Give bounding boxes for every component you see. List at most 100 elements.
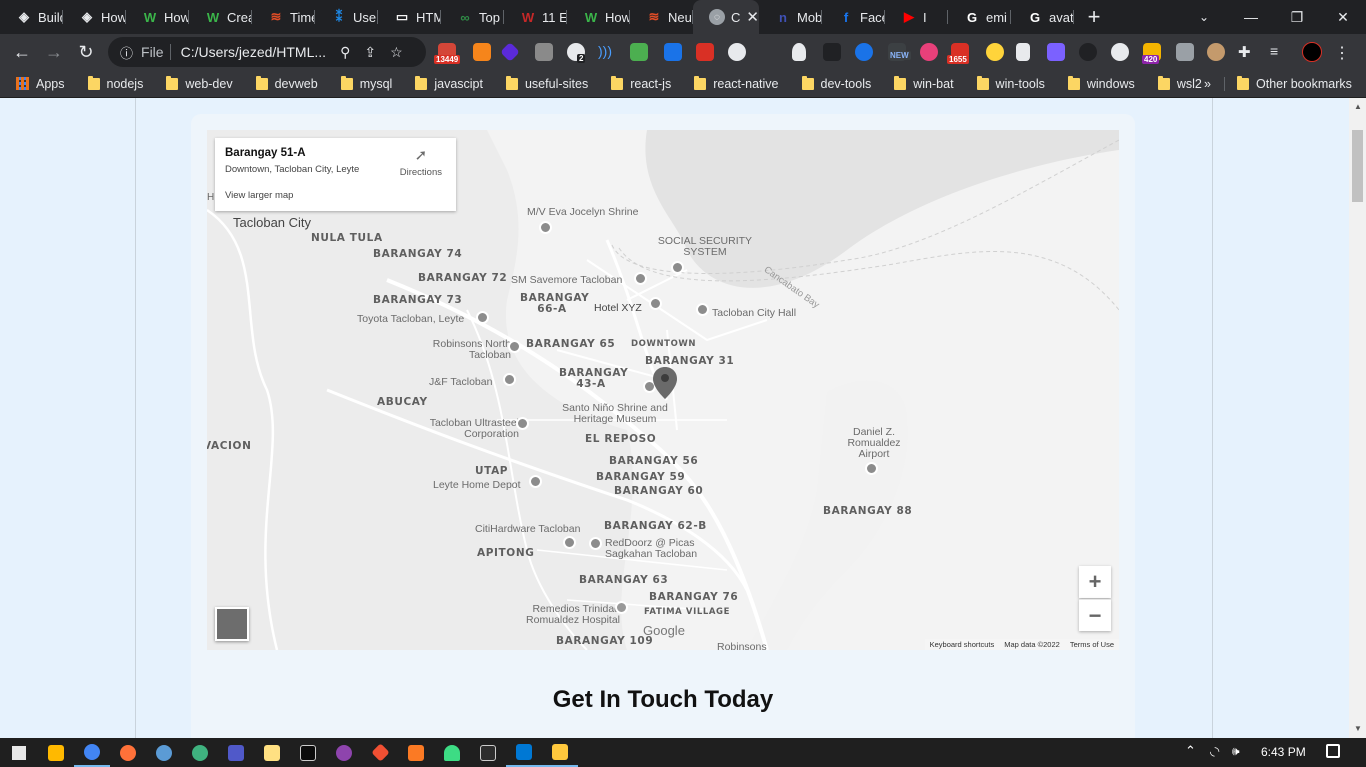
bookmark-folder[interactable]: devweb: [255, 75, 318, 91]
poi-marker-icon[interactable]: [563, 536, 576, 549]
share-icon[interactable]: ⇪: [364, 44, 376, 61]
new-tab-button[interactable]: +: [1074, 4, 1114, 30]
tab[interactable]: W 11 E: [504, 0, 567, 34]
extension-chart-icon[interactable]: [630, 43, 648, 61]
extension-diamond-icon[interactable]: [500, 42, 520, 62]
tray-chevron-icon[interactable]: ⌃: [1185, 743, 1196, 759]
hospital-marker-icon[interactable]: [615, 601, 628, 614]
taskbar-clock[interactable]: 6:43 PM: [1261, 745, 1306, 759]
tab[interactable]: W How: [126, 0, 189, 34]
bookmark-folder[interactable]: nodejs: [87, 75, 143, 91]
bookmark-folder[interactable]: win-bat: [894, 75, 954, 91]
poi-marker-icon[interactable]: [589, 537, 602, 550]
poi-label[interactable]: M/V Eva Jocelyn Shrine: [527, 207, 638, 218]
tab[interactable]: ⁑ User: [315, 0, 378, 34]
extension-python-icon[interactable]: [986, 43, 1004, 61]
poi-label[interactable]: Tacloban City Hall: [712, 308, 796, 319]
taskbar-app-icon[interactable]: [218, 738, 254, 767]
address-url[interactable]: C:/Users/jezed/HTML...: [181, 44, 326, 60]
poi-label[interactable]: Robinsons: [717, 642, 767, 651]
tab[interactable]: ≋ Neu: [630, 0, 693, 34]
taskbar-android-icon[interactable]: [434, 738, 470, 767]
other-bookmarks[interactable]: Other bookmarks: [1237, 75, 1352, 91]
tab[interactable]: Gemi: [948, 0, 1011, 34]
tab-active[interactable]: ◌ C ✕: [693, 0, 759, 34]
tab[interactable]: n Mob: [759, 0, 822, 34]
tab[interactable]: ◈ How: [63, 0, 126, 34]
tab-search-icon[interactable]: ⌄: [1181, 0, 1227, 34]
poi-label[interactable]: Daniel Z. Romualdez Airport: [839, 427, 909, 460]
extension-doc-icon[interactable]: [664, 43, 682, 61]
taskbar-app-icon[interactable]: [146, 738, 182, 767]
extension-crown-icon[interactable]: [1016, 43, 1030, 61]
poi-label[interactable]: RedDoorz @ Picas Sagkahan Tacloban: [605, 538, 709, 560]
scroll-up-arrow[interactable]: ▲: [1354, 102, 1362, 111]
close-tab-icon[interactable]: ✕: [746, 8, 759, 26]
tab[interactable]: ▶ I: [885, 0, 948, 34]
embedded-map[interactable]: Barangay 51-A Downtown, Tacloban City, L…: [207, 130, 1119, 650]
poi-marker-icon[interactable]: [634, 272, 647, 285]
tab[interactable]: W How: [567, 0, 630, 34]
view-larger-map-link[interactable]: View larger map: [225, 190, 446, 201]
poi-marker-icon[interactable]: [649, 297, 662, 310]
extension-camera-icon[interactable]: [696, 43, 714, 61]
keyboard-shortcuts-link[interactable]: Keyboard shortcuts: [930, 640, 995, 649]
poi-label[interactable]: Hotel XYZ: [594, 303, 642, 314]
taskbar-chrome-icon[interactable]: [74, 738, 110, 767]
scrollbar-thumb[interactable]: [1352, 130, 1363, 202]
extension-ufo-icon[interactable]: [1079, 43, 1097, 61]
taskbar-notepad-icon[interactable]: [254, 738, 290, 767]
airport-marker-icon[interactable]: [865, 462, 878, 475]
satellite-toggle[interactable]: [215, 607, 249, 641]
bookmark-folder[interactable]: win-tools: [976, 75, 1045, 91]
wifi-icon[interactable]: ◟◝: [1210, 744, 1219, 758]
poi-label[interactable]: Toyota Tacloban, Leyte: [357, 314, 464, 325]
restore-button[interactable]: ❐: [1274, 0, 1320, 34]
reload-button[interactable]: ↻: [70, 36, 102, 68]
notification-icon[interactable]: [1326, 744, 1340, 758]
taskbar-app-icon[interactable]: [182, 738, 218, 767]
taskbar-git-icon[interactable]: [362, 738, 398, 767]
profile-avatar[interactable]: [1302, 42, 1322, 62]
poi-marker-icon[interactable]: [516, 417, 529, 430]
tab[interactable]: f Face: [822, 0, 885, 34]
info-icon[interactable]: ⓘ: [120, 43, 133, 62]
location-pin-icon[interactable]: [652, 366, 678, 400]
volume-icon[interactable]: 🕪: [1232, 744, 1240, 759]
poi-label[interactable]: SOCIAL SECURITY SYSTEM: [657, 236, 753, 258]
tab[interactable]: ▭ HTM: [378, 0, 441, 34]
extension-t-icon[interactable]: [535, 43, 553, 61]
browser-menu-icon[interactable]: ⋮: [1334, 43, 1352, 62]
close-window-button[interactable]: ✕: [1320, 0, 1366, 34]
metamask-icon[interactable]: [473, 43, 491, 61]
bookmark-folder[interactable]: javascipt: [415, 75, 483, 91]
extension-spy-icon[interactable]: [792, 43, 806, 61]
taskbar-terminal-icon[interactable]: [290, 738, 326, 767]
poi-marker-icon[interactable]: [539, 221, 552, 234]
extension-owl-icon[interactable]: [1207, 43, 1225, 61]
poi-label[interactable]: CitiHardware Tacloban: [475, 524, 580, 535]
start-button[interactable]: [0, 738, 38, 767]
terms-of-use-link[interactable]: Terms of Use: [1070, 640, 1114, 649]
taskbar-vscode-icon[interactable]: [506, 738, 542, 767]
bookmark-folder[interactable]: windows: [1067, 75, 1135, 91]
poi-label[interactable]: Santo Niño Shrine and Heritage Museum: [556, 403, 674, 425]
taskbar-firefox-icon[interactable]: [110, 738, 146, 767]
back-button[interactable]: ←: [6, 36, 38, 68]
zoom-out-button[interactable]: −: [1079, 599, 1111, 631]
tab[interactable]: W Crea: [189, 0, 252, 34]
taskbar-powershell-icon[interactable]: [470, 738, 506, 767]
bookmark-folder[interactable]: web-dev: [166, 75, 233, 91]
extensions-puzzle-icon[interactable]: ✚: [1238, 43, 1256, 61]
bookmark-star-icon[interactable]: ☆: [390, 44, 403, 61]
poi-marker-icon[interactable]: [696, 303, 709, 316]
extension-gray-icon[interactable]: [1176, 43, 1194, 61]
poi-label[interactable]: J&F Tacloban: [429, 377, 492, 388]
vertical-scrollbar[interactable]: ▲ ▼: [1349, 98, 1366, 738]
taskbar-github-icon[interactable]: [326, 738, 362, 767]
extension-alert-icon[interactable]: [1111, 43, 1129, 61]
media-control-icon[interactable]: ≡: [1270, 43, 1288, 61]
poi-label[interactable]: Leyte Home Depot: [433, 480, 521, 491]
directions-button[interactable]: ➚ Directions: [400, 148, 442, 178]
bookmarks-more-icon[interactable]: »: [1204, 77, 1211, 91]
